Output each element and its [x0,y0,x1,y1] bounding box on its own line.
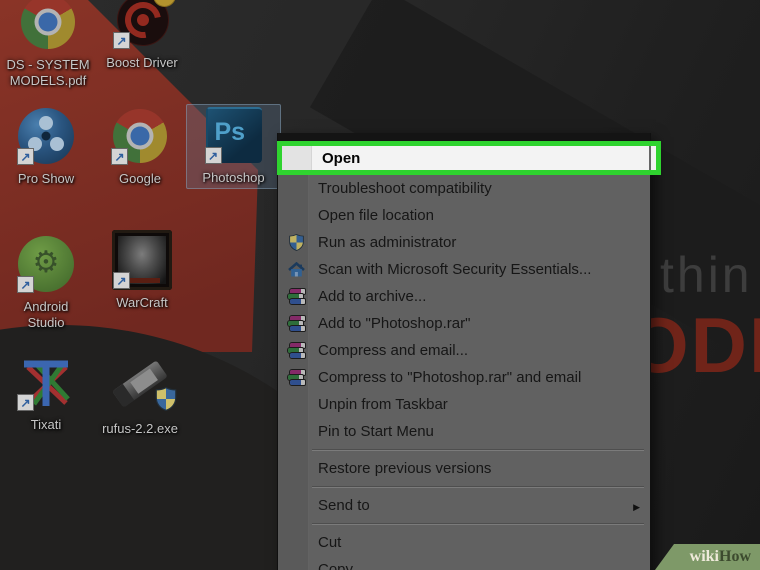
menu-item-label: Run as administrator [318,234,456,251]
menu-item-pin-to-start-menu[interactable]: Pin to Start Menu [278,418,650,445]
menu-item-troubleshoot-compatibility[interactable]: Troubleshoot compatibility [278,175,650,202]
menu-item-add-to-photoshop-rar[interactable]: Add to "Photoshop.rar" [278,310,650,337]
menu-item-add-to-archive[interactable]: Add to archive... [278,283,650,310]
menu-item-open[interactable]: Open [277,141,661,175]
usb-drive-icon [97,354,183,414]
menu-separator [312,486,644,488]
menu-item-unpin-from-taskbar[interactable]: Unpin from Taskbar [278,391,650,418]
winrar-books-icon [288,289,305,305]
wallpaper-text-thin: thin [660,246,753,304]
menu-item-label: Open file location [318,207,434,224]
menu-item-label: Add to "Photoshop.rar" [318,315,470,332]
icon-label: Tixati [31,417,62,433]
icon-label: Boost Driver [106,55,178,71]
desktop-icon-ds-pdf[interactable]: DS - SYSTEM MODELS.pdf [2,0,94,92]
menu-item-compress-and-email[interactable]: Compress and email... [278,337,650,364]
driver-booster-icon: 7+ [114,0,170,48]
menu-item-open-label: Open [322,150,360,167]
shortcut-arrow-icon [111,148,128,165]
shortcut-arrow-icon [17,394,34,411]
menu-separator [312,523,644,525]
wikihow-how-text: How [719,548,751,566]
desktop-icon-google[interactable]: Google [94,106,186,189]
shortcut-arrow-icon [205,147,222,164]
warcraft-icon [114,232,170,288]
tixati-art [18,354,74,410]
shortcut-arrow-icon [17,276,34,293]
menu-item-label: Compress to "Photoshop.rar" and email [318,369,581,386]
icon-label: rufus-2.2.exe [102,421,178,437]
photoshop-icon: Ps [206,107,262,163]
ps-glyph: Ps [215,118,246,147]
menu-item-restore-previous-versions[interactable]: Restore previous versions [278,455,650,482]
menu-item-label: Send to [318,497,370,514]
desktop-icon-photoshop[interactable]: Ps Photoshop [186,104,281,189]
context-menu-top-edge [278,133,650,141]
desktop-icon-pro-show[interactable]: Pro Show [0,106,92,189]
icon-label: Android Studio [24,299,69,332]
menu-item-label: Troubleshoot compatibility [318,180,492,197]
menu-item-compress-to-photoshop-rar-and-email[interactable]: Compress to "Photoshop.rar" and email [278,364,650,391]
chrome-icon [112,108,168,164]
desktop-screen: thin ODE DS - SYSTEM MODELS.pdf7+Boost D… [0,0,760,570]
menu-item-label: Unpin from Taskbar [318,396,448,413]
wikihow-wiki-text: wiki [690,548,719,566]
menu-item-send-to[interactable]: Send to [278,492,650,519]
context-menu: Troubleshoot compatibility Open file loca… [277,133,651,570]
shortcut-arrow-icon [17,148,34,165]
menu-item-label: Cut [318,534,341,551]
icon-label: WarCraft [116,295,168,311]
menu-item-open-gutter [282,146,312,170]
menu-separator [312,449,644,451]
icon-label: Pro Show [18,171,74,187]
menu-item-label: Copy [318,561,353,570]
menu-item-copy[interactable]: Copy [278,556,650,570]
desktop-icon-boost-driver[interactable]: 7+ Boost Driver [96,0,188,73]
desktop-icon-android-studio[interactable]: Android Studio [0,234,92,334]
desktop-icon-rufus[interactable]: rufus-2.2.exe [84,352,196,439]
shortcut-arrow-icon [113,272,130,289]
android-studio-icon [18,236,74,292]
menu-item-run-as-administrator[interactable]: Run as administrator [278,229,650,256]
icon-label: DS - SYSTEM MODELS.pdf [6,57,89,90]
film-reel-icon [18,108,74,164]
menu-item-label: Add to archive... [318,288,426,305]
winrar-books-icon [288,370,305,386]
desktop-icon-warcraft[interactable]: WarCraft [96,230,188,313]
menu-item-open-file-location[interactable]: Open file location [278,202,650,229]
menu-item-cut[interactable]: Cut [278,529,650,556]
menu-item-label: Restore previous versions [318,460,491,477]
winrar-books-icon [288,316,305,332]
shortcut-arrow-icon [113,32,130,49]
winrar-books-icon [288,343,305,359]
chrome-icon [20,0,76,50]
submenu-arrow-icon [633,497,640,514]
icon-label: Google [119,171,161,187]
menu-item-label: Scan with Microsoft Security Essentials.… [318,261,591,278]
menu-item-label: Pin to Start Menu [318,423,434,440]
desktop-icon-tixati[interactable]: Tixati [0,352,92,435]
icon-label: Photoshop [202,170,264,186]
menu-item-label: Compress and email... [318,342,468,359]
menu-item-scan-with-mse[interactable]: Scan with Microsoft Security Essentials.… [278,256,650,283]
uac-shield-icon [155,387,177,411]
